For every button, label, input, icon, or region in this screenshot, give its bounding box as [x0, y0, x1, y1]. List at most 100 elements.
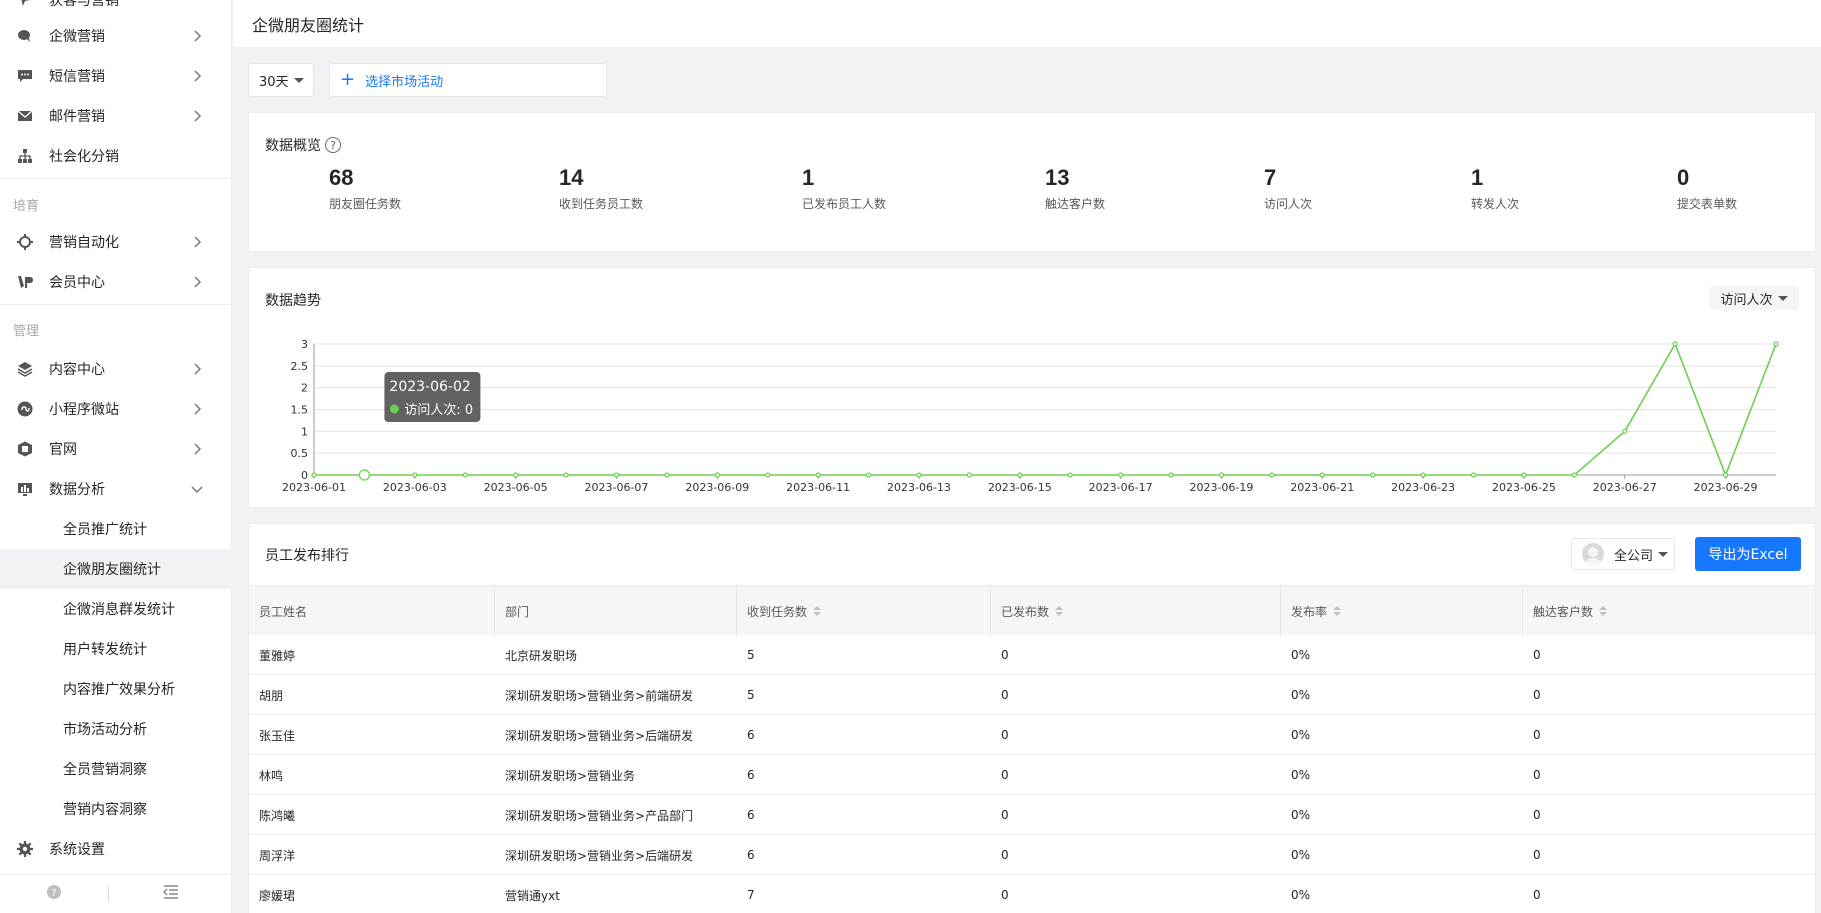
stat-label: 触达客户数 — [1045, 197, 1106, 211]
y-tick-label: 1 — [301, 425, 308, 438]
chevron-right-icon — [190, 69, 204, 83]
cell-name: 廖媛珺 — [259, 888, 296, 903]
sidebar-item-analytics[interactable]: 数据分析 — [0, 469, 232, 509]
data-point — [714, 472, 720, 478]
chevron-right-icon — [190, 109, 204, 123]
table-row: 林鸣 深圳研发职场>营销业务 6 0 0% 0 — [249, 755, 1815, 795]
cell-received: 6 — [747, 728, 755, 742]
data-point — [966, 472, 972, 478]
sort-icon[interactable] — [1055, 606, 1064, 616]
stat-staff-published: 1 已发布员工人数 — [802, 165, 886, 212]
sort-icon[interactable] — [1599, 606, 1608, 616]
collapse-sidebar-button[interactable] — [109, 885, 232, 903]
data-point — [1672, 341, 1678, 347]
chevron-right-icon — [190, 235, 204, 249]
cell-received: 6 — [747, 848, 755, 862]
export-excel-button[interactable]: 导出为Excel — [1695, 537, 1801, 571]
stat-label: 提交表单数 — [1677, 197, 1738, 211]
sidebar-item-member-center[interactable]: 会员中心 — [0, 262, 232, 302]
cell-received: 6 — [747, 808, 755, 822]
sidebar-item-website[interactable]: 官网 — [0, 429, 232, 469]
chevron-down-icon — [190, 482, 204, 496]
org-tree-icon — [17, 148, 33, 164]
cell-received: 5 — [747, 688, 755, 702]
x-tick-label: 2023-06-03 — [383, 481, 447, 494]
sidebar-group-manage: 管理 — [13, 324, 40, 339]
sidebar-subitem-campaign-analysis[interactable]: 市场活动分析 — [0, 709, 232, 749]
mini-program-icon — [17, 401, 33, 417]
cell-reached: 0 — [1533, 688, 1541, 702]
sidebar-group-nurture: 培育 — [13, 199, 40, 214]
mail-icon — [17, 108, 33, 124]
x-tick-label: 2023-06-25 — [1492, 481, 1556, 494]
layers-icon — [17, 361, 33, 377]
question-icon[interactable]: ? — [325, 137, 341, 153]
data-point — [1168, 472, 1174, 478]
automation-icon — [17, 234, 33, 250]
column-header-published[interactable]: 已发布数 — [991, 586, 1281, 636]
sidebar-subitem-staff-insight[interactable]: 全员营销洞察 — [0, 749, 232, 789]
svg-text:?: ? — [51, 888, 56, 899]
cell-name: 胡朋 — [259, 688, 284, 703]
activity-select[interactable]: + 选择市场活动 — [329, 63, 607, 97]
period-select[interactable]: 30天 — [248, 63, 314, 97]
sidebar-subitem-user-forward-stats[interactable]: 用户转发统计 — [0, 629, 232, 669]
y-tick-label: 3 — [301, 338, 308, 351]
sidebar-item-sms[interactable]: 短信营销 — [0, 56, 232, 96]
cell-reached: 0 — [1533, 848, 1541, 862]
ranking-card: 员工发布排行 全公司 导出为Excel 员工姓名 部门 收到任务数 已发布数 发… — [248, 523, 1816, 913]
y-tick-label: 2.5 — [291, 360, 309, 373]
sort-icon[interactable] — [1333, 606, 1342, 616]
stat-label: 已发布员工人数 — [802, 197, 887, 211]
sidebar-subitem-moments-stats[interactable]: 企微朋友圈统计 — [0, 549, 232, 589]
column-header-rate[interactable]: 发布率 — [1281, 586, 1523, 636]
cell-department: 深圳研发职场>营销业务 — [505, 768, 636, 783]
cell-published: 0 — [1001, 648, 1009, 662]
table-row: 廖媛珺 营销通yxt 7 0 0% 0 — [249, 875, 1815, 913]
cell-received: 5 — [747, 648, 755, 662]
sidebar-subitem-content-effect[interactable]: 内容推广效果分析 — [0, 669, 232, 709]
overview-title-text: 数据概览 — [265, 138, 321, 154]
cell-published: 0 — [1001, 768, 1009, 782]
data-point — [1067, 472, 1073, 478]
sidebar-divider — [0, 178, 232, 179]
cell-reached: 0 — [1533, 728, 1541, 742]
data-point — [1420, 472, 1426, 478]
cell-rate: 0% — [1291, 808, 1311, 822]
column-header-name: 员工姓名 — [249, 586, 495, 636]
column-header-reached[interactable]: 触达客户数 — [1523, 586, 1815, 636]
sidebar-item-social-distribution[interactable]: 社会化分销 — [0, 136, 232, 176]
avatar — [1582, 543, 1604, 565]
collapse-menu-icon — [162, 885, 179, 903]
column-header-department: 部门 — [495, 586, 737, 636]
sidebar-subitem-content-insight[interactable]: 营销内容洞察 — [0, 789, 232, 829]
stat-label: 转发人次 — [1471, 197, 1520, 211]
sidebar-subitem-mass-message-stats[interactable]: 企微消息群发统计 — [0, 589, 232, 629]
sidebar-item-content-center[interactable]: 内容中心 — [0, 349, 232, 389]
column-header-received[interactable]: 收到任务数 — [737, 586, 991, 636]
sidebar-item-settings[interactable]: 系统设置 — [0, 829, 232, 869]
cell-rate: 0% — [1291, 848, 1311, 862]
x-tick-label: 2023-06-01 — [282, 481, 346, 494]
help-button[interactable]: ? — [0, 884, 108, 904]
stat-visits: 7 访问人次 — [1264, 165, 1312, 212]
cell-department: 深圳研发职场>营销业务>后端研发 — [505, 728, 694, 743]
wechat-work-icon — [17, 28, 33, 44]
cell-department: 深圳研发职场>营销业务>产品部门 — [505, 808, 694, 823]
cell-rate: 0% — [1291, 768, 1311, 782]
stat-label: 收到任务员工数 — [559, 197, 644, 211]
stat-staff-received: 14 收到任务员工数 — [559, 165, 643, 212]
sidebar-item-mini-program[interactable]: 小程序微站 — [0, 389, 232, 429]
metric-select[interactable]: 访问人次 — [1709, 286, 1799, 310]
page-title: 企微朋友圈统计 — [252, 15, 365, 35]
sidebar-item-email[interactable]: 邮件营销 — [0, 96, 232, 136]
data-point — [1269, 472, 1275, 478]
scope-select[interactable]: 全公司 — [1571, 538, 1675, 570]
data-point — [1370, 472, 1376, 478]
chevron-right-icon — [190, 275, 204, 289]
sidebar-item-automation[interactable]: 营销自动化 — [0, 222, 232, 262]
sort-icon[interactable] — [813, 606, 822, 616]
sidebar-subitem-all-staff-promotion[interactable]: 全员推广统计 — [0, 509, 232, 549]
data-point — [563, 472, 569, 478]
sidebar-item-wechat-work[interactable]: 企微营销 — [0, 16, 232, 56]
